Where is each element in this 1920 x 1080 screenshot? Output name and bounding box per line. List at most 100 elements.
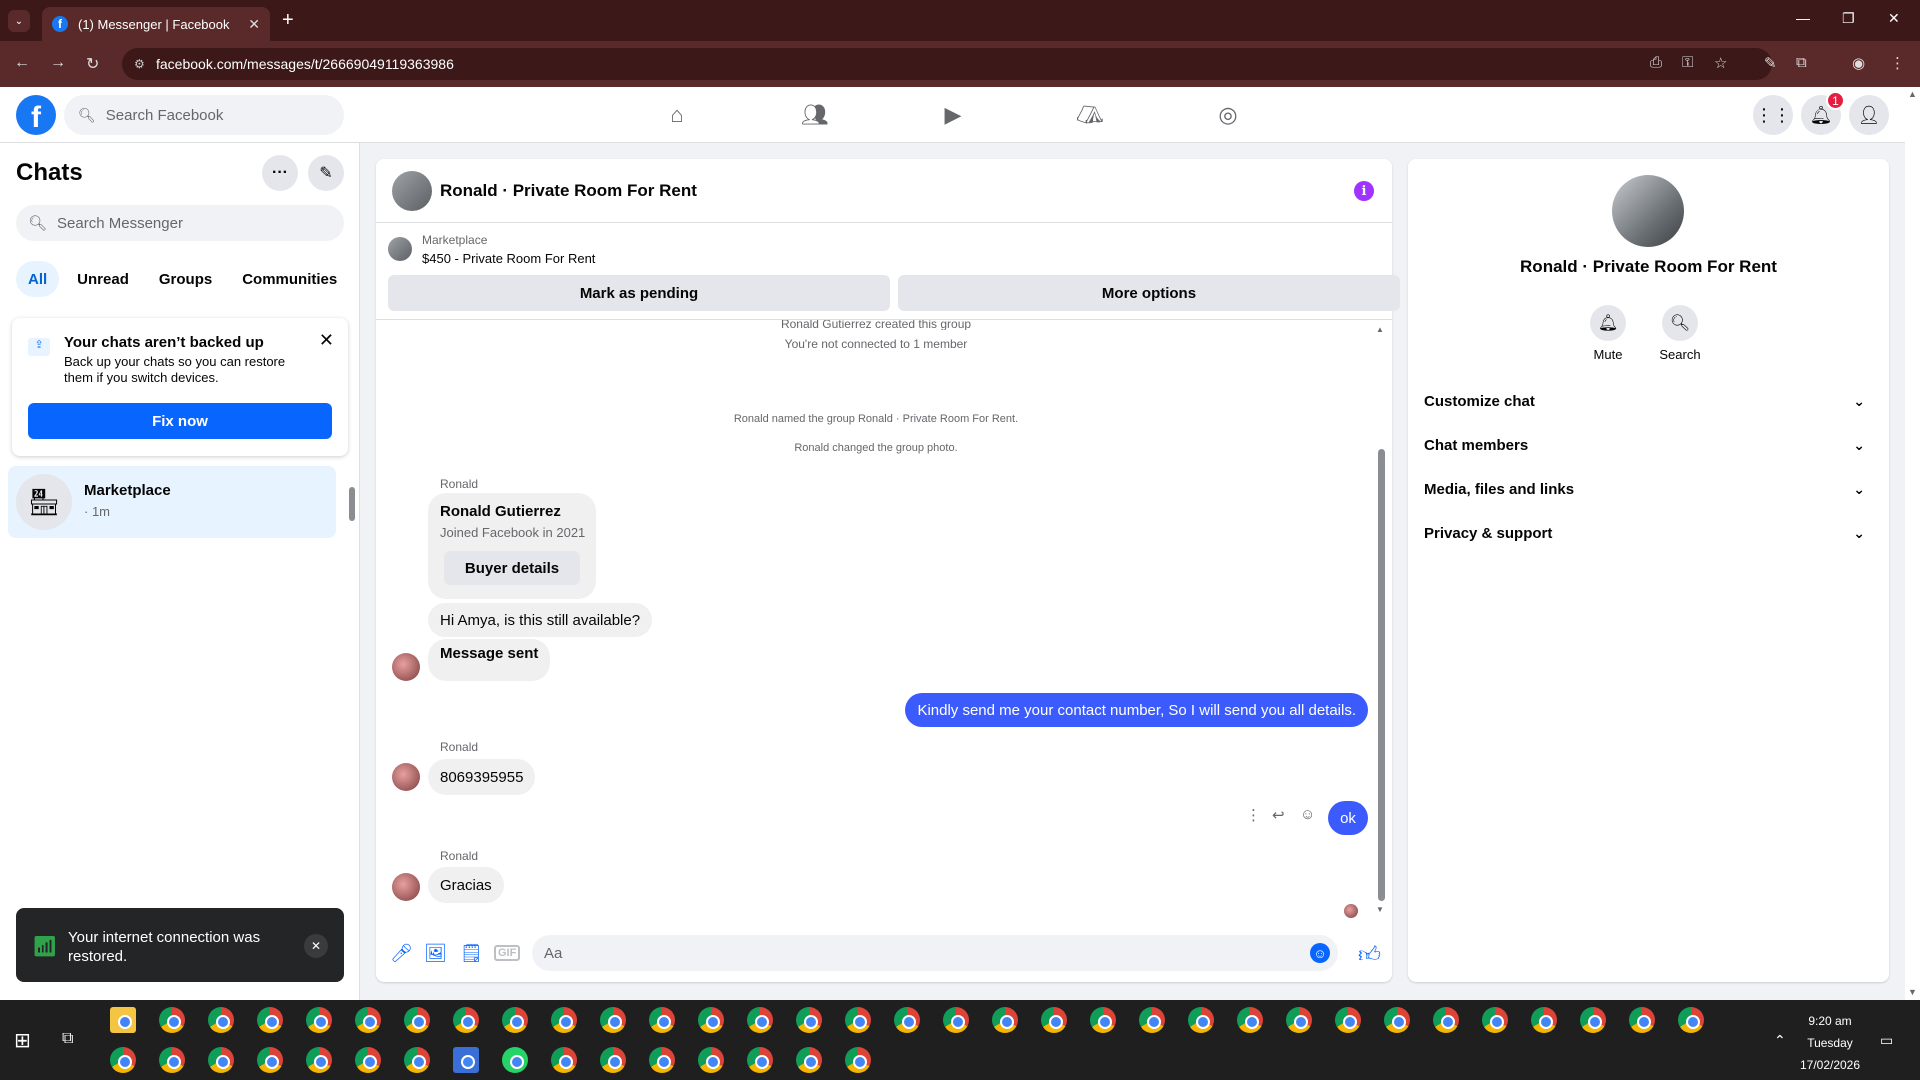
avatar[interactable] [392, 653, 420, 681]
url-field[interactable]: ⚙ facebook.com/messages/t/26669049119363… [122, 48, 1772, 80]
filter-unread[interactable]: Unread [65, 261, 141, 297]
group-avatar[interactable] [392, 171, 432, 211]
chrome-window-icon[interactable] [649, 1047, 675, 1073]
back-icon[interactable]: ← [14, 54, 30, 72]
chat-list-item[interactable]: 🏪︎ Marketplace · 1m [8, 466, 336, 538]
chrome-window-icon[interactable] [551, 1047, 577, 1073]
chrome-window-icon[interactable] [159, 1047, 185, 1073]
bookmark-star-icon[interactable]: ☆ [1714, 54, 1727, 72]
buyer-details-button[interactable]: Buyer details [444, 551, 580, 585]
chrome-window-icon[interactable] [698, 1007, 724, 1033]
filter-communities[interactable]: Communities [230, 261, 349, 297]
incoming-message[interactable]: 8069395955 [428, 759, 536, 795]
chats-options-button[interactable]: ··· [262, 155, 298, 191]
photo-icon[interactable]: 🖼︎ [424, 943, 447, 964]
chrome-window-icon[interactable] [894, 1007, 920, 1033]
account-avatar[interactable]: 👤︎ [1849, 95, 1889, 135]
gif-icon[interactable]: GIF [494, 945, 521, 961]
marketplace-icon[interactable]: ⛺︎ [1076, 101, 1104, 129]
browser-menu-icon[interactable]: ⋮ [1890, 54, 1905, 72]
mute-button[interactable]: 🔔︎ Mute [1578, 305, 1638, 362]
chrome-window-icon[interactable] [1237, 1007, 1263, 1033]
page-scrollbar[interactable]: ▲ ▼ [1905, 87, 1920, 1000]
chrome-window-icon[interactable] [600, 1007, 626, 1033]
new-message-button[interactable]: ✎ [308, 155, 344, 191]
close-tab-icon[interactable]: ✕ [248, 16, 260, 33]
scroll-up-icon[interactable]: ▲ [1376, 325, 1384, 334]
section-media-files-links[interactable]: Media, files and links ⌄ [1424, 467, 1873, 511]
windows-start-icon[interactable]: ⊞ [14, 1028, 31, 1053]
notifications-center-icon[interactable]: ▭ [1880, 1032, 1893, 1049]
outgoing-message[interactable]: ok [1328, 801, 1368, 835]
close-window-icon[interactable]: ✕ [1888, 10, 1900, 27]
extension-icon[interactable]: ✎ [1764, 54, 1777, 72]
chrome-window-icon[interactable] [404, 1007, 430, 1033]
more-options-button[interactable]: More options [898, 275, 1400, 311]
outgoing-message[interactable]: Kindly send me your contact number, So I… [905, 693, 1368, 727]
chrome-window-icon[interactable] [1580, 1007, 1606, 1033]
menu-grid-icon[interactable]: ⋮⋮ [1753, 95, 1793, 135]
mark-as-pending-button[interactable]: Mark as pending [388, 275, 890, 311]
install-app-icon[interactable]: ⎙ [1650, 54, 1662, 71]
chrome-window-icon[interactable] [649, 1007, 675, 1033]
extensions-puzzle-icon[interactable]: ⧉ [1796, 54, 1807, 71]
chrome-window-icon[interactable] [1286, 1007, 1312, 1033]
chrome-window-icon[interactable] [1629, 1007, 1655, 1033]
incoming-message[interactable]: Gracias [428, 867, 504, 903]
chrome-window-icon[interactable] [796, 1047, 822, 1073]
new-tab-button[interactable]: + [282, 9, 294, 32]
filter-groups[interactable]: Groups [147, 261, 224, 297]
message-more-icon[interactable]: ⋮ [1246, 806, 1261, 824]
chrome-window-icon[interactable] [992, 1007, 1018, 1033]
chrome-window-icon[interactable] [1188, 1007, 1214, 1033]
chrome-window-icon[interactable] [600, 1047, 626, 1073]
section-chat-members[interactable]: Chat members ⌄ [1424, 423, 1873, 467]
tab-list-button[interactable]: ⌄ [8, 10, 30, 32]
notifications-button[interactable]: 🔔︎ 1 [1801, 91, 1845, 135]
conversation-scrollbar[interactable]: ▲ ▼ [1376, 325, 1386, 917]
thumbs-up-icon[interactable]: 👍︎ [1358, 941, 1381, 968]
chrome-window-icon[interactable] [1384, 1007, 1410, 1033]
chrome-window-icon[interactable] [845, 1047, 871, 1073]
chrome-window-icon[interactable] [110, 1047, 136, 1073]
chrome-window-icon[interactable] [1678, 1007, 1704, 1033]
scroll-down-icon[interactable]: ▼ [1908, 987, 1917, 997]
message-input[interactable]: Aa ☺ [532, 935, 1338, 971]
avatar[interactable] [392, 873, 420, 901]
conversation-title[interactable]: Ronald · Private Room For Rent [440, 181, 697, 201]
chrome-window-icon[interactable] [1139, 1007, 1165, 1033]
group-photo[interactable] [1612, 175, 1684, 247]
fix-now-button[interactable]: Fix now [28, 403, 332, 439]
chrome-window-icon[interactable] [747, 1007, 773, 1033]
facebook-search-input[interactable]: 🔍︎ Search Facebook [64, 95, 344, 135]
chrome-window-icon[interactable] [404, 1047, 430, 1073]
chrome-window-icon[interactable] [306, 1007, 332, 1033]
chrome-window-icon[interactable] [453, 1007, 479, 1033]
close-icon[interactable]: ✕ [319, 330, 334, 351]
chrome-window-icon[interactable] [355, 1007, 381, 1033]
video-icon[interactable]: ▶ [939, 101, 967, 129]
react-emoji-icon[interactable]: ☺ [1300, 806, 1315, 823]
emoji-icon[interactable]: ☺ [1310, 943, 1330, 963]
chrome-window-icon[interactable] [1090, 1007, 1116, 1033]
reload-icon[interactable]: ↻ [86, 54, 99, 74]
chrome-window-icon[interactable] [208, 1047, 234, 1073]
section-customize-chat[interactable]: Customize chat ⌄ [1424, 379, 1873, 423]
chrome-window-icon[interactable] [1433, 1007, 1459, 1033]
chrome-window-icon[interactable] [943, 1007, 969, 1033]
microphone-icon[interactable]: 🎤︎ [390, 943, 413, 964]
avatar[interactable] [392, 763, 420, 791]
incoming-message[interactable]: Message sent [428, 639, 551, 681]
restore-icon[interactable]: ❐ [1842, 10, 1855, 27]
site-info-icon[interactable]: ⚙ [134, 57, 145, 71]
incoming-message[interactable]: Hi Amya, is this still available? [428, 603, 653, 637]
scroll-down-icon[interactable]: ▼ [1376, 905, 1384, 914]
search-chat-button[interactable]: 🔍︎ Search [1650, 305, 1710, 362]
chrome-window-icon[interactable] [551, 1007, 577, 1033]
info-icon[interactable]: i [1354, 181, 1374, 201]
chrome-window-icon[interactable] [355, 1047, 381, 1073]
forward-icon[interactable]: → [50, 54, 66, 72]
task-view-icon[interactable]: ⧉ [62, 1030, 73, 1048]
chrome-window-icon[interactable] [796, 1007, 822, 1033]
facebook-logo-icon[interactable]: f [16, 95, 56, 135]
